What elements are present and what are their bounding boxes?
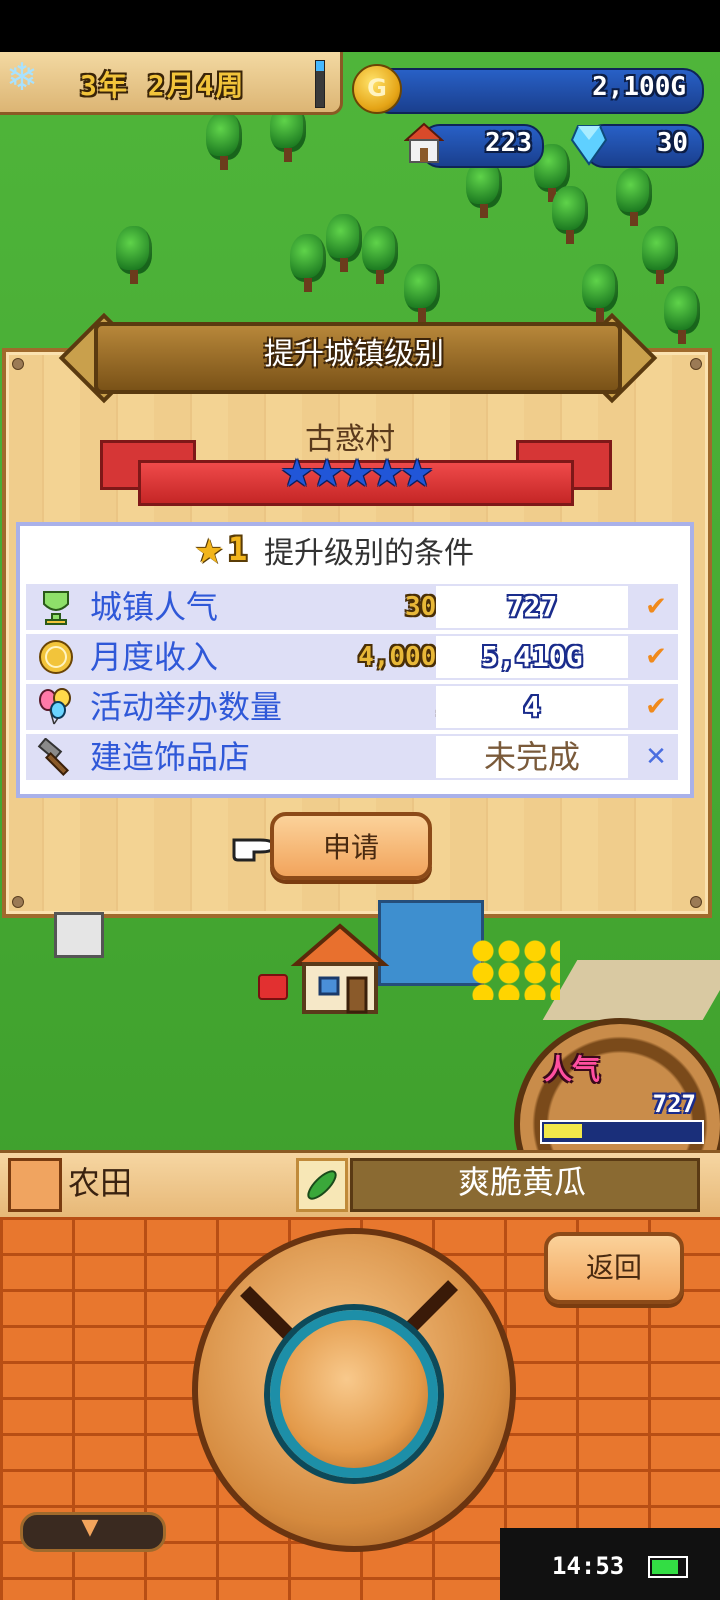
- dpad-center-button[interactable]: [270, 1310, 438, 1478]
- tree: [116, 226, 152, 284]
- tree: [616, 168, 652, 226]
- apply-button[interactable]: 申请: [270, 812, 432, 880]
- condition-row-events: 活动举办数量 2 4 ✔: [26, 684, 678, 730]
- chevron-down-icon: ▼: [81, 1515, 99, 1540]
- tree: [466, 160, 502, 218]
- star-icon: ★: [194, 532, 225, 572]
- mailbox: [258, 974, 288, 1000]
- date-display: 3年 2月4周: [80, 69, 246, 102]
- condition-required: [306, 740, 452, 774]
- condition-label: 月度收入: [90, 638, 219, 676]
- house-icon: [404, 122, 444, 163]
- gold-value: 2,100G: [592, 72, 686, 102]
- conditions-heading: 提升级别的条件: [264, 536, 474, 571]
- popularity-bar-fill: [544, 1124, 582, 1138]
- condition-required: 4,000G: [358, 642, 452, 672]
- fence-icon: [8, 1158, 62, 1212]
- crop-label: 爽脆黄瓜: [457, 1163, 586, 1201]
- coin-icon: [39, 640, 73, 674]
- tree: [362, 226, 398, 284]
- tree: [404, 264, 440, 322]
- condition-current: 4: [436, 686, 628, 728]
- condition-row-popularity: 城镇人气 300 727 ✔: [26, 584, 678, 630]
- condition-current: 未完成: [436, 736, 628, 778]
- back-button[interactable]: 返回: [544, 1232, 684, 1304]
- shop-building[interactable]: [378, 900, 484, 986]
- check-mark-icon: ✔: [645, 642, 667, 672]
- star-rating: ★★★★★: [279, 451, 434, 495]
- check-mark-icon: ✔: [645, 592, 667, 622]
- tree: [206, 112, 242, 170]
- population-value: 223: [485, 128, 532, 158]
- tree: [552, 186, 588, 244]
- tree: [642, 226, 678, 284]
- tree: [326, 214, 362, 272]
- check-mark-icon: ✔: [645, 692, 667, 722]
- battery-level: [652, 1560, 678, 1574]
- condition-current: 727: [436, 586, 628, 628]
- house-building[interactable]: [290, 920, 390, 1016]
- time-gauge: [315, 60, 325, 108]
- hammer-icon: [37, 738, 70, 776]
- condition-current: 5,410G: [436, 636, 628, 678]
- cross-mark-icon: ✕: [645, 742, 667, 772]
- gem-value: 30: [656, 128, 688, 158]
- signpost[interactable]: [54, 912, 104, 958]
- condition-required: 300: [405, 592, 452, 622]
- gold-coin-icon: G: [352, 64, 402, 114]
- condition-row-building: 建造饰品店 未完成 ✕: [26, 734, 678, 780]
- target-level: 1: [228, 530, 248, 568]
- tree: [664, 286, 700, 344]
- balloons-icon: [39, 688, 71, 725]
- condition-row-income: 月度收入 4,000G 5,410G ✔: [26, 634, 678, 680]
- town-name: 古惑村: [305, 422, 395, 457]
- snowflake-icon: ❄: [6, 55, 38, 99]
- clock: 14:53: [552, 1552, 625, 1580]
- cucumber-icon: [296, 1158, 348, 1212]
- flower-bed: [470, 940, 560, 1000]
- trophy-icon: [43, 591, 69, 625]
- popularity-label: 人气: [544, 1053, 601, 1086]
- condition-required: 2: [306, 690, 452, 724]
- condition-label: 城镇人气: [90, 588, 219, 626]
- dialog-title: 提升城镇级别: [264, 337, 444, 372]
- tree: [290, 234, 326, 292]
- plot-label: 农田: [68, 1164, 133, 1202]
- condition-label: 活动举办数量: [90, 688, 283, 726]
- crystal-icon: [570, 125, 608, 166]
- condition-label: 建造饰品店: [90, 738, 251, 776]
- popularity-value: 727: [652, 1090, 696, 1118]
